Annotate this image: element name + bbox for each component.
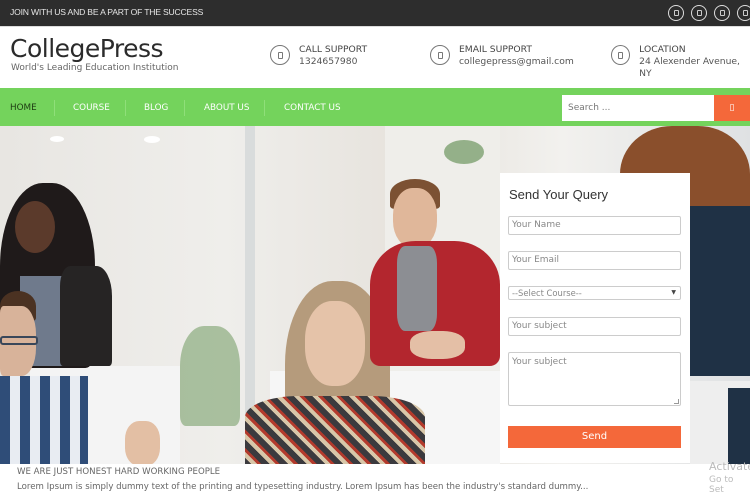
topbar-tagline: JOIN WITH US AND BE A PART OF THE SUCCES…: [10, 7, 204, 17]
message-textarea[interactable]: Your subject: [508, 352, 681, 406]
twitter-icon[interactable]: [691, 5, 707, 21]
intro-heading: WE ARE JUST HONEST HARD WORKING PEOPLE: [17, 467, 221, 477]
site-logo[interactable]: CollegePress: [10, 34, 164, 63]
phone-icon: [270, 45, 290, 65]
contact-call-support: CALL SUPPORT 1324657980: [270, 44, 367, 68]
site-tagline: World's Leading Education Institution: [11, 63, 179, 73]
form-title: Send Your Query: [509, 187, 609, 202]
intro-text: Lorem Ipsum is simply dummy text of the …: [17, 482, 589, 492]
facebook-icon[interactable]: [668, 5, 684, 21]
nav-item-course[interactable]: COURSE: [73, 103, 110, 113]
email-icon: [430, 45, 450, 65]
name-field[interactable]: Your Name: [508, 216, 681, 235]
nav-item-about-us[interactable]: ABOUT US: [204, 103, 249, 113]
nav-divider: [184, 100, 185, 116]
contact-value: 1324657980: [299, 56, 358, 67]
send-button[interactable]: Send: [508, 426, 681, 448]
nav-item-contact-us[interactable]: CONTACT US: [284, 103, 341, 113]
contact-value[interactable]: collegepress@gmail.com: [459, 56, 574, 68]
nav-divider: [125, 100, 126, 116]
linkedin-icon[interactable]: [737, 5, 750, 21]
course-select-value: --Select Course--: [512, 288, 582, 298]
query-form: Send Your Query Your Name Your Email --S…: [500, 173, 690, 463]
activation-watermark: Activate: [709, 460, 750, 473]
resize-handle-icon[interactable]: [674, 399, 679, 404]
google-plus-icon[interactable]: [714, 5, 730, 21]
nav-divider: [264, 100, 265, 116]
search-button[interactable]: ▯: [714, 95, 750, 121]
search-input[interactable]: [562, 95, 714, 121]
message-placeholder: Your subject: [512, 357, 567, 367]
nav-item-home[interactable]: HOME: [10, 103, 37, 113]
intro-section: WE ARE JUST HONEST HARD WORKING PEOPLE L…: [0, 464, 750, 500]
course-select[interactable]: --Select Course-- ▼: [508, 286, 681, 300]
email-field[interactable]: Your Email: [508, 251, 681, 270]
contact-location: LOCATION 24 Alexender Avenue, NY: [611, 44, 750, 80]
chevron-down-icon: ▼: [671, 289, 676, 296]
activation-watermark-sub: Go to Set: [709, 475, 734, 495]
subject-field[interactable]: Your subject: [508, 317, 681, 336]
contact-title: LOCATION: [639, 44, 686, 55]
site-header: CollegePress World's Leading Education I…: [0, 26, 750, 88]
location-icon: [611, 45, 631, 65]
contact-title: CALL SUPPORT: [299, 44, 368, 55]
contact-email-support: EMAIL SUPPORT collegepress@gmail.com: [430, 44, 574, 68]
nav-divider: [54, 100, 55, 116]
contact-title: EMAIL SUPPORT: [459, 44, 532, 55]
top-bar: JOIN WITH US AND BE A PART OF THE SUCCES…: [0, 0, 750, 26]
search-icon: ▯: [729, 103, 735, 113]
nav-item-blog[interactable]: BLOG: [144, 103, 168, 113]
contact-value: 24 Alexender Avenue, NY: [639, 56, 740, 79]
